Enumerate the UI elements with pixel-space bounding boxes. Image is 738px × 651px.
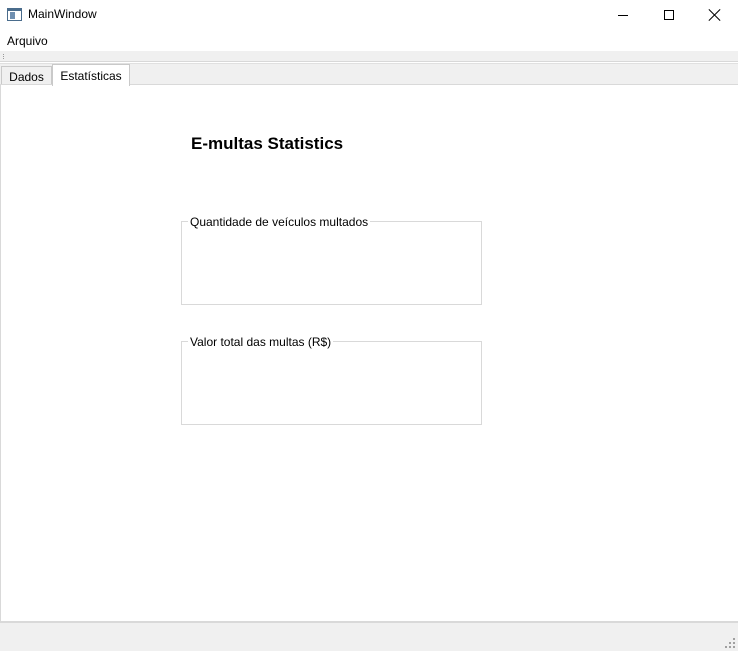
maximize-icon — [664, 10, 674, 20]
groupbox-title: Valor total das multas (R$) — [188, 335, 334, 349]
fines-total-groupbox: Valor total das multas (R$) — [181, 335, 482, 425]
close-icon — [709, 9, 721, 21]
app-window-icon — [7, 8, 22, 21]
page-title: E-multas Statistics — [191, 134, 344, 153]
menu-arquivo[interactable]: Arquivo — [7, 34, 48, 48]
toolbar-grip-handle[interactable] — [3, 54, 5, 59]
maximize-button[interactable] — [646, 0, 692, 30]
groupbox-title: Quantidade de veículos multados — [188, 215, 371, 229]
title-bar: MainWindow — [0, 0, 738, 30]
status-bar — [0, 622, 738, 651]
tab-dados[interactable]: Dados — [1, 66, 52, 86]
tab-bar: Dados Estatísticas — [0, 63, 738, 86]
vehicles-fined-groupbox: Quantidade de veículos multados — [181, 215, 482, 305]
menu-bar: Arquivo — [0, 30, 738, 51]
resize-grip-icon[interactable] — [725, 638, 735, 648]
minimize-button[interactable] — [600, 0, 646, 30]
window-title: MainWindow — [28, 7, 97, 21]
minimize-icon — [618, 14, 628, 16]
tab-estatisticas[interactable]: Estatísticas — [52, 64, 130, 86]
close-button[interactable] — [692, 0, 738, 30]
toolbar — [0, 51, 738, 62]
